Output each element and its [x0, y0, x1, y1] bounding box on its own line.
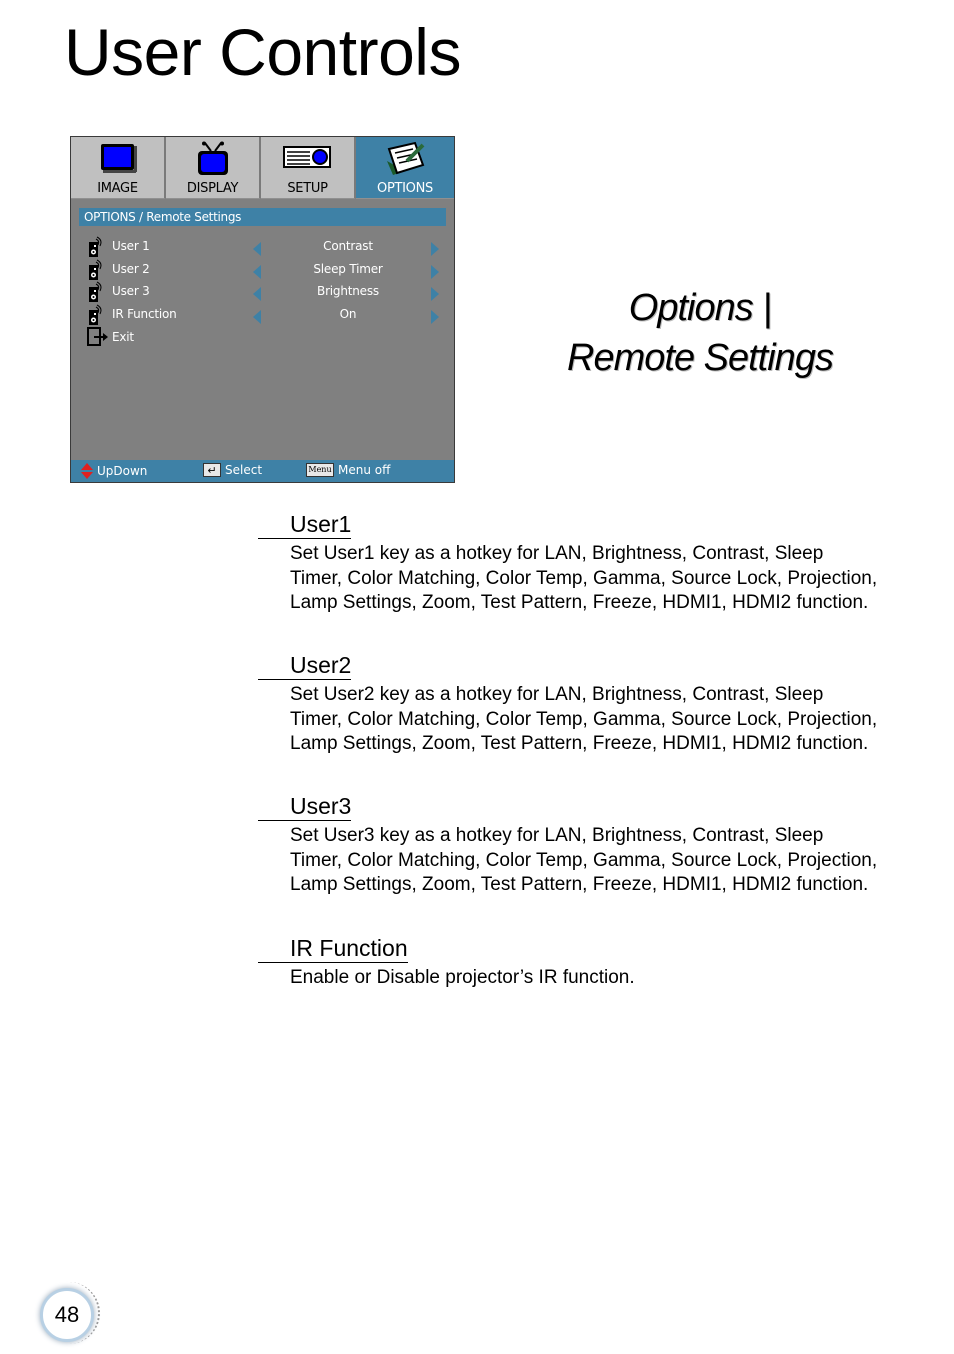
exit-icon	[87, 327, 109, 352]
item-title: User2	[258, 651, 352, 680]
osd-row-user2[interactable]: User 2 Sleep Timer	[83, 259, 443, 281]
enter-key-icon: ↵	[203, 463, 221, 477]
page-title: User Controls	[64, 15, 461, 89]
osd-row-user1[interactable]: User 1 Contrast	[83, 236, 443, 258]
tab-display[interactable]: DISPLAY	[166, 137, 261, 199]
tab-image-label: IMAGE	[97, 181, 138, 196]
arrow-left-icon[interactable]	[253, 265, 261, 279]
item-user3: User3 Set User3 key as a hotkey for LAN,…	[258, 792, 878, 898]
item-description: Enable or Disable projector’s IR functio…	[290, 967, 635, 988]
osd-tab-bar: IMAGE DISPLAY SETUP OPTIONS	[71, 137, 454, 199]
arrow-right-icon[interactable]	[431, 310, 439, 324]
item-ir-function: IR Function Enable or Disable projector’…	[258, 934, 878, 991]
tab-setup[interactable]: SETUP	[261, 137, 356, 199]
item-user1: User1 Set User1 key as a hotkey for LAN,…	[258, 510, 878, 616]
page-number: 48	[40, 1288, 94, 1342]
tab-image[interactable]: IMAGE	[71, 137, 166, 199]
section-heading-line1: Options |	[628, 287, 772, 329]
footer-select-label: Select	[225, 463, 263, 477]
section-heading: Options | Remote Settings	[550, 283, 850, 383]
menu-key-icon: Menu	[306, 463, 334, 477]
item-user2: User2 Set User2 key as a hotkey for LAN,…	[258, 651, 878, 757]
tab-options-label: OPTIONS	[377, 181, 433, 196]
arrow-left-icon[interactable]	[253, 287, 261, 301]
osd-breadcrumb: OPTIONS / Remote Settings	[79, 208, 446, 226]
osd-row-exit[interactable]: Exit	[83, 327, 443, 349]
osd-row-label: User 2	[112, 262, 150, 276]
tab-options[interactable]: OPTIONS	[356, 137, 454, 199]
arrow-right-icon[interactable]	[431, 242, 439, 256]
osd-row-label: IR Function	[112, 307, 177, 321]
footer-updown: UpDown	[81, 463, 147, 479]
item-description: Set User1 key as a hotkey for LAN, Brigh…	[290, 543, 878, 614]
updown-icon	[81, 463, 93, 479]
projector-icon	[282, 141, 334, 180]
tab-setup-label: SETUP	[287, 181, 328, 196]
arrow-left-icon[interactable]	[253, 242, 261, 256]
item-title: User3	[258, 792, 352, 821]
arrow-right-icon[interactable]	[431, 265, 439, 279]
osd-menu: IMAGE DISPLAY SETUP OPTIONS OPTIONS / Re…	[70, 136, 455, 483]
section-heading-line2: Remote Settings	[567, 337, 834, 379]
osd-row-label: User 1	[112, 239, 150, 253]
osd-row-value: Brightness	[317, 284, 379, 298]
arrow-left-icon[interactable]	[253, 310, 261, 324]
osd-footer: UpDown ↵ Select Menu Menu off	[71, 460, 454, 482]
osd-row-user3[interactable]: User 3 Brightness	[83, 281, 443, 303]
tv-icon	[193, 141, 233, 182]
osd-row-value: On	[339, 307, 357, 321]
tab-display-label: DISPLAY	[186, 181, 239, 196]
osd-row-value: Sleep Timer	[313, 262, 383, 276]
item-description: Set User3 key as a hotkey for LAN, Brigh…	[290, 825, 878, 896]
osd-row-label: User 3	[112, 284, 150, 298]
item-title: User1	[258, 510, 352, 539]
notepad-icon	[383, 141, 427, 182]
item-description: Set User2 key as a hotkey for LAN, Brigh…	[290, 684, 878, 755]
osd-row-value: Contrast	[323, 239, 373, 253]
osd-row-label: Exit	[112, 330, 134, 344]
footer-select: ↵ Select	[203, 463, 262, 477]
footer-menu-off: Menu Menu off	[306, 463, 390, 477]
footer-menu-off-label: Menu off	[338, 463, 391, 477]
arrow-right-icon[interactable]	[431, 287, 439, 301]
item-title: IR Function	[258, 934, 408, 963]
osd-row-ir-function[interactable]: IR Function On	[83, 304, 443, 326]
footer-updown-label: UpDown	[97, 464, 148, 478]
monitor-icon	[98, 141, 138, 180]
